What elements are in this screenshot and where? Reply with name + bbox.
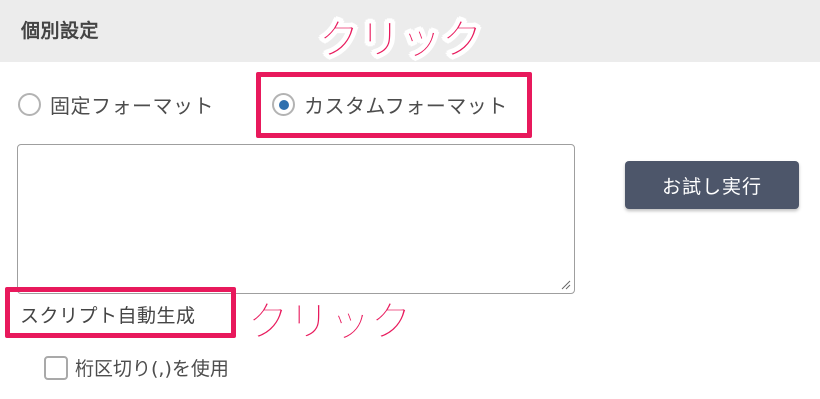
- try-run-button[interactable]: お試し実行: [625, 161, 799, 209]
- section-title: 個別設定: [21, 20, 100, 42]
- resize-grip-icon[interactable]: [561, 280, 571, 290]
- custom-format-textarea[interactable]: [17, 144, 575, 294]
- radio-button-selected-icon[interactable]: [272, 93, 295, 116]
- radio-button-icon[interactable]: [18, 93, 41, 116]
- radio-fixed-format-label: 固定フォーマット: [50, 94, 214, 118]
- checkbox-icon[interactable]: [44, 355, 68, 380]
- section-header: 個別設定: [0, 0, 820, 62]
- radio-custom-format-label: カスタムフォーマット: [304, 94, 508, 118]
- script-auto-generate-link[interactable]: スクリプト自動生成: [20, 301, 196, 328]
- thousands-separator-option[interactable]: 桁区切り(,)を使用: [44, 354, 229, 381]
- thousands-separator-label: 桁区切り(,)を使用: [75, 358, 229, 380]
- click-annotation-bottom: クリック: [246, 297, 412, 347]
- radio-custom-format[interactable]: カスタムフォーマット: [272, 90, 508, 119]
- radio-fixed-format[interactable]: 固定フォーマット: [18, 90, 214, 119]
